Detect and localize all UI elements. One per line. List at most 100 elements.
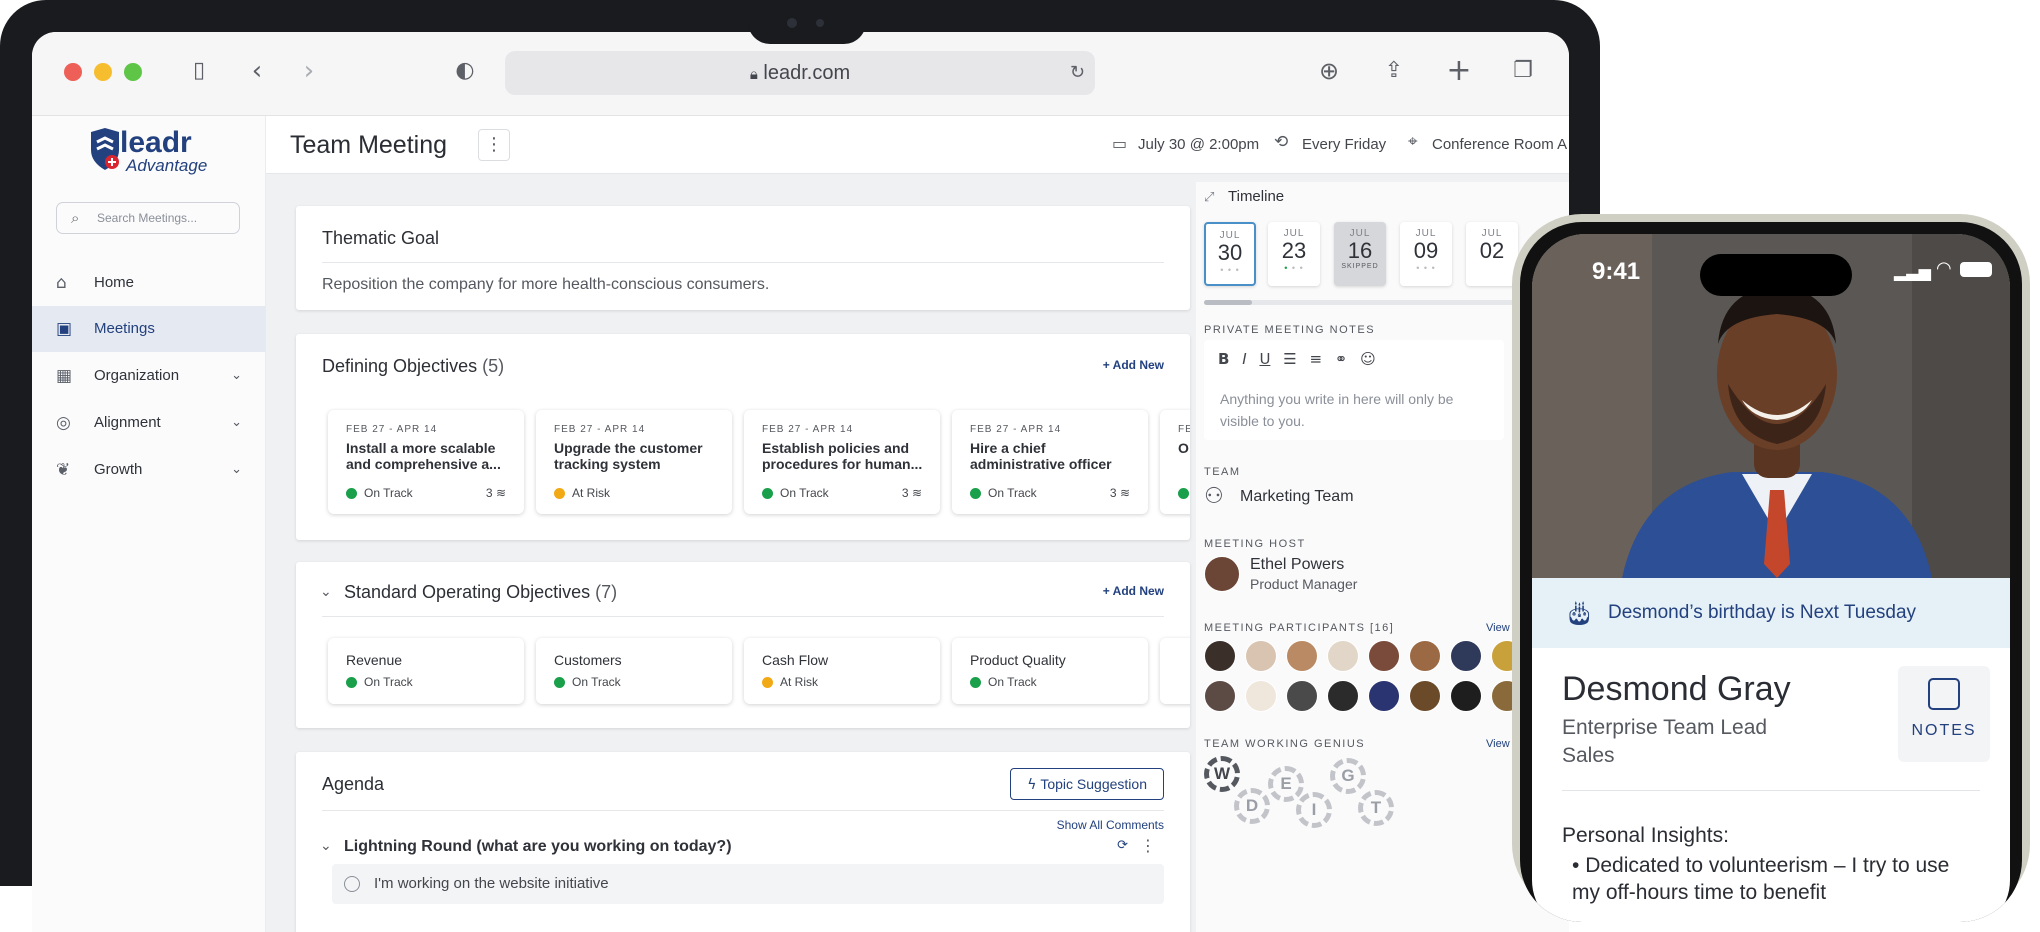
participant-avatar[interactable] [1245,640,1277,672]
sop-card[interactable] [1160,638,1190,704]
nav-item-alignment[interactable]: ◎ Alignment ⌄ [32,400,266,446]
new-tab-icon[interactable]: + [1442,54,1476,88]
participant-avatar[interactable] [1409,680,1441,712]
sop-card[interactable]: Cash Flow At Risk [744,638,940,704]
collapse-chevron-icon[interactable]: ⌄ [320,838,332,854]
address-bar[interactable]: 🔒︎ leadr.com ↻ [505,51,1095,95]
section-label: TEAM [1204,466,1241,478]
participant-avatar[interactable] [1286,640,1318,672]
timeline-date-skipped[interactable]: JUL 16 SKIPPED [1334,222,1386,286]
search-input[interactable]: ⌕ Search Meetings... [56,202,240,234]
divider [322,616,1164,617]
section-label: TEAM WORKING GENIUS [1204,738,1366,750]
notes-button[interactable]: NOTES [1898,666,1990,762]
participant-avatar[interactable] [1368,640,1400,672]
team-name: Marketing Team [1240,488,1354,505]
section-more-icon[interactable]: ⋮ [1140,836,1156,855]
objective-card[interactable]: FE O [1160,410,1190,514]
person-role: Enterprise Team Lead [1562,716,1768,739]
sidebar-toggle-icon[interactable]: ▯ [182,54,216,88]
main-content: Team Meeting ⋮ ▭ July 30 @ 2:00pm ⟲ Ever… [266,116,1569,932]
participant-avatar[interactable] [1245,680,1277,712]
participant-avatar[interactable] [1204,640,1236,672]
sync-icon[interactable]: ⟳ [1117,838,1128,853]
view-genius-link[interactable]: View [1486,738,1510,750]
agenda-item[interactable]: I'm working on the website initiative [332,864,1164,904]
objective-card[interactable]: FEB 27 - APR 14 Install a more scalable … [328,410,524,514]
topic-suggestion-button[interactable]: ϟ Topic Suggestion [1010,768,1164,800]
chevron-down-icon[interactable]: ⌄ [231,400,242,446]
layers-icon: ≋ [911,486,922,500]
numbered-list-icon[interactable]: ≡ [1309,350,1322,368]
objective-dates: FEB 27 - APR 14 [762,424,854,435]
emoji-icon[interactable]: ☺ [1360,350,1376,368]
participant-avatar[interactable] [1409,640,1441,672]
italic-icon[interactable]: I [1242,350,1246,368]
objective-card[interactable]: FEB 27 - APR 14 Upgrade the customer tra… [536,410,732,514]
add-sop-button[interactable]: + Add New [1103,584,1164,598]
objective-card[interactable]: FEB 27 - APR 14 Establish policies and p… [744,410,940,514]
private-notes-editor[interactable]: B I U ☰ ≡ ⚭ ☺ Anything you write in here… [1204,340,1504,440]
divider [322,810,1164,811]
agenda-checkbox[interactable] [344,876,360,892]
participant-avatar[interactable] [1368,680,1400,712]
search-icon: ⌕ [71,209,80,227]
share-icon[interactable]: ⇪ [1377,54,1411,88]
forward-icon[interactable]: › [292,54,326,88]
participant-avatar[interactable] [1327,680,1359,712]
nav-label: Growth [94,461,143,478]
nav-item-growth[interactable]: ❦ Growth ⌄ [32,447,266,493]
underline-icon[interactable]: U [1259,350,1270,368]
participant-avatar[interactable] [1286,680,1318,712]
maximize-window-button[interactable] [124,63,142,81]
timeline-date-selected[interactable]: JUL 30 • • • [1204,222,1256,286]
birthday-cake-icon: 🎂︎ [1564,599,1595,627]
participant-avatar[interactable] [1450,680,1482,712]
timeline-date[interactable]: JUL 02 [1466,222,1518,286]
participant-avatar[interactable] [1204,680,1236,712]
participant-avatar[interactable] [1327,640,1359,672]
timeline-date[interactable]: JUL 09 • • • [1400,222,1452,286]
back-icon[interactable]: ‹ [240,54,274,88]
status-badge: At Risk [554,486,610,500]
card-title: Agenda [322,774,385,794]
nav-item-meetings[interactable]: ▣ Meetings [32,306,266,352]
bold-icon[interactable]: B [1218,350,1229,368]
briefcase-icon: ▣ [56,319,73,339]
view-participants-link[interactable]: View [1486,622,1510,634]
reload-icon[interactable]: ↻ [1070,51,1085,95]
timeline-scrollbar[interactable] [1204,300,1564,305]
sop-card[interactable]: Customers On Track [536,638,732,704]
birthday-banner[interactable]: 🎂︎ Desmond’s birthday is Next Tuesday [1532,578,2010,648]
chevron-down-icon[interactable]: ⌄ [231,353,242,399]
participant-avatar[interactable] [1450,640,1482,672]
timeline-date[interactable]: JUL 23 • • • [1268,222,1320,286]
sop-card[interactable]: Product Quality On Track [952,638,1148,704]
nav-label: Meetings [94,320,155,337]
team-icon: ⚇ [1204,484,1224,509]
card-title: Standard Operating Objectives (7) [344,582,618,602]
minimize-window-button[interactable] [94,63,112,81]
expand-icon[interactable]: ⤢ [1204,190,1214,205]
shield-icon[interactable]: ◐ [448,54,482,88]
timeline-title: Timeline [1228,188,1285,205]
download-icon[interactable]: ⊕ [1312,54,1346,88]
add-objective-button[interactable]: + Add New [1103,358,1164,372]
objective-dates: FEB 27 - APR 14 [346,424,438,435]
sop-card[interactable]: Revenue On Track [328,638,524,704]
bullet-list-icon[interactable]: ☰ [1283,350,1296,368]
lock-icon: 🔒︎ [749,65,758,83]
link-icon[interactable]: ⚭ [1335,350,1348,368]
show-all-comments-link[interactable]: Show All Comments [1057,818,1164,832]
nav-item-organization[interactable]: ▦ Organization ⌄ [32,353,266,399]
tabs-overview-icon[interactable]: ❐ [1506,54,1540,88]
close-window-button[interactable] [64,63,82,81]
chevron-down-icon[interactable]: ⌄ [231,447,242,493]
repeat-icon: ⟲ [1274,132,1289,152]
collapse-chevron-icon[interactable]: ⌄ [320,584,332,600]
objective-card[interactable]: FEB 27 - APR 14 Hire a chief administrat… [952,410,1148,514]
more-options-button[interactable]: ⋮ [478,129,510,161]
meeting-recurrence: Every Friday [1302,136,1387,153]
status-badge: On Track [346,675,413,689]
nav-item-home[interactable]: ⌂ Home [32,260,266,306]
